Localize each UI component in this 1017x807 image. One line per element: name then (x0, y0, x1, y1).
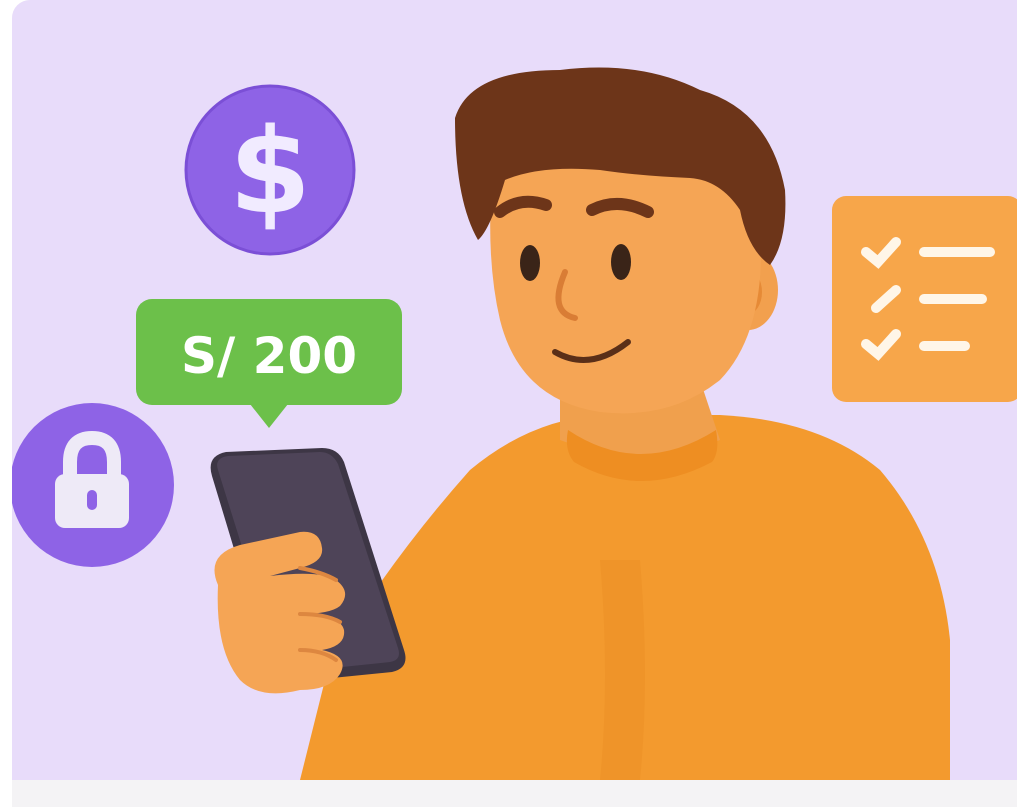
illustration-scene: $ S/ 200 (12, 0, 1017, 780)
lock-badge (12, 403, 174, 567)
dollar-icon: $ (229, 102, 311, 240)
checklist-card (832, 196, 1017, 402)
card-footer (12, 780, 1017, 807)
illustration-svg: $ S/ 200 (12, 67, 1017, 780)
dollar-badge: $ (184, 84, 356, 256)
price-tag: S/ 200 (136, 299, 402, 428)
person-figure (300, 67, 950, 780)
illustration-card: $ S/ 200 (12, 0, 1017, 807)
price-amount: S/ 200 (181, 327, 357, 385)
